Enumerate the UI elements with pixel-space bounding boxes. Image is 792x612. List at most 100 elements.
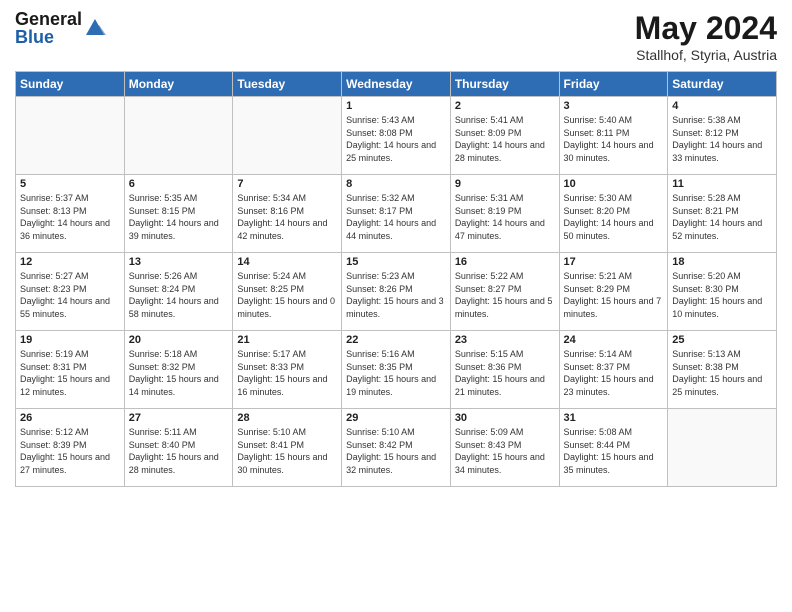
day-number: 18 — [672, 256, 772, 268]
table-row: 24Sunrise: 5:14 AM Sunset: 8:37 PM Dayli… — [559, 331, 668, 409]
day-info: Sunrise: 5:15 AM Sunset: 8:36 PM Dayligh… — [455, 348, 555, 398]
logo-text: General Blue — [15, 10, 82, 46]
day-info: Sunrise: 5:24 AM Sunset: 8:25 PM Dayligh… — [237, 270, 337, 320]
col-saturday: Saturday — [668, 72, 777, 97]
table-row: 12 Sunrise: 5:27 AM Sunset: 8:23 PM Dayli… — [16, 253, 125, 331]
table-row: 7 Sunrise: 5:34 AM Sunset: 8:16 PM Daylig… — [233, 175, 342, 253]
day-number: 29 — [346, 412, 446, 424]
day-number: 13 — [129, 256, 229, 268]
day-number: 10 — [564, 178, 664, 190]
day-info: Sunrise: 5:30 AM Sunset: 8:20 PM Dayligh… — [564, 192, 664, 242]
day-number: 12 — [20, 256, 120, 268]
calendar: Sunday Monday Tuesday Wednesday Thursday… — [15, 71, 777, 487]
day-number: 25 — [672, 334, 772, 346]
logo-blue: Blue — [15, 28, 82, 46]
table-row: 9Sunrise: 5:31 AM Sunset: 8:19 PM Daylig… — [450, 175, 559, 253]
table-row — [233, 97, 342, 175]
day-info: Sunrise: 5:10 AM Sunset: 8:41 PM Dayligh… — [237, 426, 337, 476]
calendar-week-row: 1 Sunrise: 5:43 AM Sunset: 8:08 PM Daylig… — [16, 97, 777, 175]
table-row — [16, 97, 125, 175]
table-row: 26Sunrise: 5:12 AM Sunset: 8:39 PM Dayli… — [16, 409, 125, 487]
day-number: 22 — [346, 334, 446, 346]
table-row — [124, 97, 233, 175]
table-row: 8Sunrise: 5:32 AM Sunset: 8:17 PM Daylig… — [342, 175, 451, 253]
page: General Blue May 2024 Stallhof, Styria, … — [0, 0, 792, 612]
logo-icon — [84, 17, 106, 39]
table-row: 17 Sunrise: 5:21 AM Sunset: 8:29 PM Dayli… — [559, 253, 668, 331]
day-info: Sunrise: 5:43 AM Sunset: 8:08 PM Dayligh… — [346, 114, 446, 164]
table-row: 10 Sunrise: 5:30 AM Sunset: 8:20 PM Dayli… — [559, 175, 668, 253]
day-number: 15 — [346, 256, 446, 268]
day-info: Sunrise: 5:21 AM Sunset: 8:29 PM Dayligh… — [564, 270, 664, 320]
table-row: 28 Sunrise: 5:10 AM Sunset: 8:41 PM Dayli… — [233, 409, 342, 487]
day-number: 19 — [20, 334, 120, 346]
table-row: 27 Sunrise: 5:11 AM Sunset: 8:40 PM Dayli… — [124, 409, 233, 487]
day-info: Sunrise: 5:41 AM Sunset: 8:09 PM Dayligh… — [455, 114, 555, 164]
title-block: May 2024 Stallhof, Styria, Austria — [635, 10, 777, 63]
day-info: Sunrise: 5:09 AM Sunset: 8:43 PM Dayligh… — [455, 426, 555, 476]
table-row: 4 Sunrise: 5:38 AM Sunset: 8:12 PM Daylig… — [668, 97, 777, 175]
col-monday: Monday — [124, 72, 233, 97]
day-number: 21 — [237, 334, 337, 346]
day-info: Sunrise: 5:08 AM Sunset: 8:44 PM Dayligh… — [564, 426, 664, 476]
table-row: 6 Sunrise: 5:35 AM Sunset: 8:15 PM Daylig… — [124, 175, 233, 253]
calendar-week-row: 12 Sunrise: 5:27 AM Sunset: 8:23 PM Dayli… — [16, 253, 777, 331]
table-row: 31 Sunrise: 5:08 AM Sunset: 8:44 PM Dayli… — [559, 409, 668, 487]
day-number: 17 — [564, 256, 664, 268]
day-number: 28 — [237, 412, 337, 424]
day-number: 6 — [129, 178, 229, 190]
day-info: Sunrise: 5:11 AM Sunset: 8:40 PM Dayligh… — [129, 426, 229, 476]
day-number: 27 — [129, 412, 229, 424]
col-sunday: Sunday — [16, 72, 125, 97]
day-number: 1 — [346, 100, 446, 112]
col-thursday: Thursday — [450, 72, 559, 97]
calendar-week-row: 5Sunrise: 5:37 AM Sunset: 8:13 PM Daylig… — [16, 175, 777, 253]
title-location: Stallhof, Styria, Austria — [635, 47, 777, 63]
table-row: 20Sunrise: 5:18 AM Sunset: 8:32 PM Dayli… — [124, 331, 233, 409]
day-info: Sunrise: 5:40 AM Sunset: 8:11 PM Dayligh… — [564, 114, 664, 164]
day-number: 31 — [564, 412, 664, 424]
logo-general: General — [15, 10, 82, 28]
day-info: Sunrise: 5:22 AM Sunset: 8:27 PM Dayligh… — [455, 270, 555, 320]
day-number: 11 — [672, 178, 772, 190]
day-info: Sunrise: 5:38 AM Sunset: 8:12 PM Dayligh… — [672, 114, 772, 164]
day-number: 4 — [672, 100, 772, 112]
day-info: Sunrise: 5:23 AM Sunset: 8:26 PM Dayligh… — [346, 270, 446, 320]
day-number: 7 — [237, 178, 337, 190]
day-number: 23 — [455, 334, 555, 346]
day-info: Sunrise: 5:27 AM Sunset: 8:23 PM Dayligh… — [20, 270, 120, 320]
calendar-header-row: Sunday Monday Tuesday Wednesday Thursday… — [16, 72, 777, 97]
day-info: Sunrise: 5:12 AM Sunset: 8:39 PM Dayligh… — [20, 426, 120, 476]
day-info: Sunrise: 5:18 AM Sunset: 8:32 PM Dayligh… — [129, 348, 229, 398]
table-row — [668, 409, 777, 487]
table-row: 11 Sunrise: 5:28 AM Sunset: 8:21 PM Dayli… — [668, 175, 777, 253]
day-info: Sunrise: 5:32 AM Sunset: 8:17 PM Dayligh… — [346, 192, 446, 242]
day-info: Sunrise: 5:31 AM Sunset: 8:19 PM Dayligh… — [455, 192, 555, 242]
day-number: 5 — [20, 178, 120, 190]
day-info: Sunrise: 5:28 AM Sunset: 8:21 PM Dayligh… — [672, 192, 772, 242]
table-row: 19 Sunrise: 5:19 AM Sunset: 8:31 PM Dayli… — [16, 331, 125, 409]
day-info: Sunrise: 5:17 AM Sunset: 8:33 PM Dayligh… — [237, 348, 337, 398]
day-info: Sunrise: 5:35 AM Sunset: 8:15 PM Dayligh… — [129, 192, 229, 242]
header: General Blue May 2024 Stallhof, Styria, … — [15, 10, 777, 63]
table-row: 13 Sunrise: 5:26 AM Sunset: 8:24 PM Dayli… — [124, 253, 233, 331]
table-row: 23 Sunrise: 5:15 AM Sunset: 8:36 PM Dayli… — [450, 331, 559, 409]
col-tuesday: Tuesday — [233, 72, 342, 97]
day-info: Sunrise: 5:26 AM Sunset: 8:24 PM Dayligh… — [129, 270, 229, 320]
day-info: Sunrise: 5:34 AM Sunset: 8:16 PM Dayligh… — [237, 192, 337, 242]
day-number: 3 — [564, 100, 664, 112]
table-row: 16 Sunrise: 5:22 AM Sunset: 8:27 PM Dayli… — [450, 253, 559, 331]
table-row: 14 Sunrise: 5:24 AM Sunset: 8:25 PM Dayli… — [233, 253, 342, 331]
table-row: 30Sunrise: 5:09 AM Sunset: 8:43 PM Dayli… — [450, 409, 559, 487]
table-row: 21 Sunrise: 5:17 AM Sunset: 8:33 PM Dayli… — [233, 331, 342, 409]
calendar-week-row: 26Sunrise: 5:12 AM Sunset: 8:39 PM Dayli… — [16, 409, 777, 487]
col-wednesday: Wednesday — [342, 72, 451, 97]
table-row: 5Sunrise: 5:37 AM Sunset: 8:13 PM Daylig… — [16, 175, 125, 253]
table-row: 22Sunrise: 5:16 AM Sunset: 8:35 PM Dayli… — [342, 331, 451, 409]
table-row: 29Sunrise: 5:10 AM Sunset: 8:42 PM Dayli… — [342, 409, 451, 487]
day-number: 14 — [237, 256, 337, 268]
day-info: Sunrise: 5:13 AM Sunset: 8:38 PM Dayligh… — [672, 348, 772, 398]
day-number: 16 — [455, 256, 555, 268]
day-info: Sunrise: 5:20 AM Sunset: 8:30 PM Dayligh… — [672, 270, 772, 320]
day-info: Sunrise: 5:19 AM Sunset: 8:31 PM Dayligh… — [20, 348, 120, 398]
